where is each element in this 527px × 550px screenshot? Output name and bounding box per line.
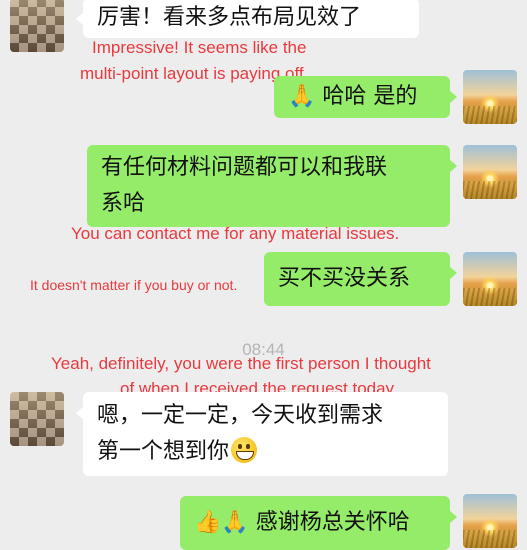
- message-text-line: 第一个想到你: [97, 434, 434, 470]
- message-text-line: 系哈: [101, 191, 146, 216]
- contact-avatar[interactable]: [10, 0, 64, 52]
- message-text: 感谢杨总关怀哈: [255, 510, 410, 535]
- translation-text: Yeah, definitely, you were the first per…: [51, 354, 431, 373]
- message-text-line: 嗯，一定一定，今天收到需求: [97, 403, 384, 428]
- message-bubble-received[interactable]: 厉害！看来多点布局见效了: [76, 0, 419, 38]
- message-bubble-received[interactable]: 嗯，一定一定，今天收到需求 第一个想到你: [76, 392, 448, 476]
- grinning-face-icon: [231, 437, 258, 463]
- my-avatar[interactable]: [463, 494, 517, 548]
- message-text: 厉害！看来多点布局见效了: [97, 5, 362, 30]
- my-avatar[interactable]: [463, 145, 517, 199]
- message-text-line: 有任何材料问题都可以和我联: [101, 155, 388, 180]
- my-avatar[interactable]: [463, 70, 517, 124]
- message-bubble-sent[interactable]: 有任何材料问题都可以和我联 系哈: [87, 145, 457, 227]
- contact-avatar[interactable]: [10, 392, 64, 446]
- message-text: 买不买没关系: [278, 266, 411, 291]
- translation-text: You can contact me for any material issu…: [71, 224, 400, 243]
- message-bubble-sent[interactable]: 👍🙏 感谢杨总关怀哈: [180, 496, 457, 550]
- pray-hands-icon: 🙏: [288, 84, 316, 109]
- message-text: 第一个想到你: [97, 439, 230, 464]
- translation-text: Impressive! It seems like the: [92, 36, 306, 60]
- translation-text: It doesn't matter if you buy or not.: [30, 277, 238, 293]
- translation-line: Impressive! It seems like the: [92, 38, 307, 57]
- thumbs-up-pray-icon: 👍🙏: [194, 510, 249, 535]
- message-text: 哈哈 是的: [322, 84, 418, 109]
- message-bubble-sent[interactable]: 🙏 哈哈 是的: [274, 76, 457, 118]
- my-avatar[interactable]: [463, 252, 517, 306]
- message-bubble-sent[interactable]: 买不买没关系: [264, 252, 457, 306]
